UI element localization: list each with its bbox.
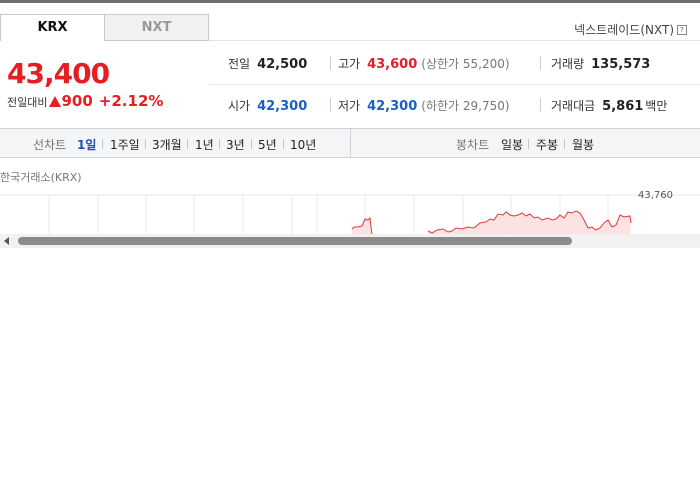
menu-divider (187, 139, 188, 149)
stat-lower-limit: (하한가 29,750) (421, 99, 510, 113)
stat-high: 고가 43,600 (상한가 55,200) (338, 55, 510, 72)
candle-monthly[interactable]: 월봉 (572, 136, 594, 153)
stat-value: 5,861 (602, 99, 644, 114)
period-10y[interactable]: 10년 (290, 136, 316, 153)
change-rate: +2.12% (98, 92, 164, 110)
menu-divider (283, 139, 284, 149)
candle-daily[interactable]: 일봉 (501, 136, 523, 153)
stat-label: 시가 (228, 99, 251, 113)
stat-label: 고가 (338, 57, 361, 71)
candle-chart-label: 봉차트 (456, 138, 490, 152)
stat-label: 거래대금 (551, 99, 596, 113)
stat-prev-close: 전일 42,500 (228, 55, 307, 72)
stat-divider (540, 56, 541, 70)
help-icon[interactable]: ? (677, 25, 687, 35)
tab-nxt[interactable]: NXT (104, 14, 209, 41)
period-1y[interactable]: 1년 (195, 136, 214, 153)
candle-weekly[interactable]: 주봉 (536, 136, 558, 153)
stat-upper-limit: (상한가 55,200) (421, 57, 510, 71)
chart-top-value: 43,760 (638, 190, 673, 201)
price-area (352, 211, 631, 235)
stat-volume: 거래량 135,573 (551, 55, 650, 72)
menu-divider (219, 139, 220, 149)
period-5y[interactable]: 5년 (258, 136, 277, 153)
scrollbar-thumb[interactable] (18, 237, 572, 245)
stat-label: 전일 (228, 57, 251, 71)
stat-label: 저가 (338, 99, 361, 113)
change-amount: 900 (61, 92, 93, 110)
tab-krx[interactable]: KRX (0, 14, 105, 41)
menu-divider (102, 139, 103, 149)
stat-divider (330, 56, 331, 70)
nxt-info-link[interactable]: 넥스트레이드(NXT)? (574, 21, 687, 38)
stat-label: 거래량 (551, 57, 585, 71)
price-change: 전일대비 900 +2.12% (7, 92, 163, 110)
period-1d[interactable]: 1일 (77, 136, 96, 153)
intraday-chart: 43,760 (0, 190, 700, 235)
menu-divider (251, 139, 252, 149)
bar-divider (350, 129, 351, 157)
menu-divider (528, 139, 529, 149)
menu-divider (564, 139, 565, 149)
stat-value: 42,500 (257, 57, 308, 72)
stat-low: 저가 42,300 (하한가 29,750) (338, 97, 510, 114)
stats-row-divider (209, 84, 700, 85)
stat-amount: 거래대금 5,861 백만 (551, 97, 674, 114)
stat-value: 43,600 (367, 57, 418, 72)
chart-source: 한국거래소(KRX) (0, 171, 82, 184)
nxt-link-label: 넥스트레이드(NXT) (574, 23, 674, 37)
stat-open: 시가 42,300 (228, 97, 307, 114)
change-label: 전일대비 (7, 96, 48, 109)
stat-value: 42,300 (367, 99, 418, 114)
period-3y[interactable]: 3년 (226, 136, 245, 153)
chart-period-bar: 선차트 1일 1주일 3개월 1년 3년 5년 10년 봉차트 일봉 주봉 월봉 (0, 128, 700, 158)
stat-divider (330, 98, 331, 112)
period-3m[interactable]: 3개월 (152, 136, 182, 153)
line-chart-label: 선차트 (33, 138, 67, 152)
header-divider (209, 40, 700, 41)
top-border (0, 0, 700, 3)
stat-unit: 백만 (645, 99, 668, 113)
stat-value: 42,300 (257, 99, 308, 114)
up-arrow-icon (49, 96, 62, 107)
scroll-left-icon[interactable] (4, 237, 9, 245)
current-price: 43,400 (7, 57, 110, 90)
menu-divider (145, 139, 146, 149)
period-1w[interactable]: 1주일 (110, 136, 140, 153)
stat-value: 135,573 (591, 57, 651, 72)
stat-divider (540, 98, 541, 112)
